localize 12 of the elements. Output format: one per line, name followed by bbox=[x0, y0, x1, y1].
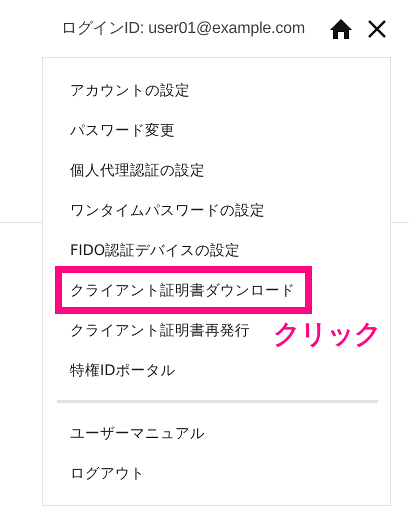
menu-item[interactable]: 特権IDポータル bbox=[43, 350, 176, 390]
home-icon[interactable] bbox=[329, 18, 353, 40]
menu-item[interactable]: ワンタイムパスワードの設定 bbox=[43, 190, 265, 230]
menu-item[interactable]: 個人代理認証の設定 bbox=[43, 150, 205, 190]
menu-item[interactable]: アカウントの設定 bbox=[43, 70, 190, 110]
login-id: ログインID: user01@example.com bbox=[60, 19, 305, 39]
menu-item[interactable]: クライアント証明書ダウンロード bbox=[55, 266, 312, 314]
menu-item[interactable]: ログアウト bbox=[43, 453, 145, 493]
close-icon[interactable] bbox=[367, 18, 387, 38]
menu-item[interactable]: ユーザーマニュアル bbox=[43, 413, 205, 453]
menu-item[interactable]: パスワード変更 bbox=[43, 110, 175, 150]
annotation-label: クリック bbox=[273, 318, 381, 352]
